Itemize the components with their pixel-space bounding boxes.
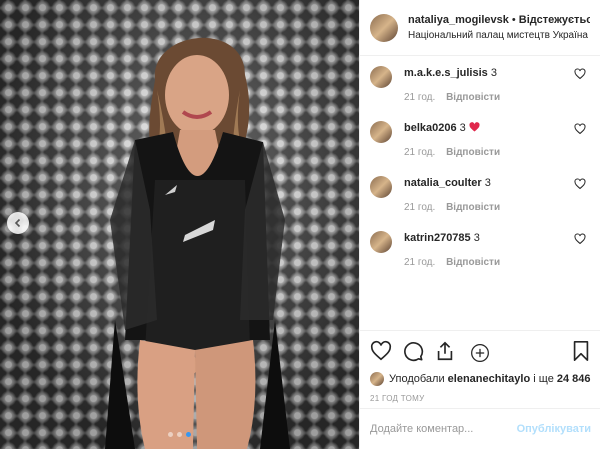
carousel-dot [177, 432, 182, 437]
heart-icon[interactable] [370, 340, 392, 362]
publish-button[interactable]: Опублікувати [517, 423, 591, 435]
bookmark-icon[interactable] [571, 340, 591, 362]
chevron-left-icon [14, 218, 21, 228]
share-icon[interactable] [434, 340, 456, 362]
commenter-username[interactable]: natalia_coulter [404, 177, 482, 189]
commenter-username[interactable]: belka0206 [404, 122, 457, 134]
comment-item: belka0206 3 21 год. Відповісти [370, 121, 590, 176]
likes-summary: Уподобали elenanechitaylo і ще 24 846 [370, 371, 591, 387]
comment-time[interactable]: 21 год. [404, 92, 435, 103]
commenter-avatar[interactable] [370, 121, 392, 143]
post-location[interactable]: Національний палац мистецтв Україна [408, 29, 590, 42]
post-actions: Уподобали elenanechitaylo і ще 24 846 21… [360, 330, 600, 403]
post-sidebar: nataliya_mogilevsk • Відстежується Націо… [359, 0, 600, 449]
add-comment-bar: Опублікувати [360, 408, 600, 449]
comment-item: m.a.k.e.s_julisis 3 21 год. Відповісти [370, 66, 590, 121]
likes-prefix: Уподобали [389, 373, 445, 385]
author-avatar[interactable] [370, 13, 398, 42]
comment-text: 3 [490, 67, 497, 79]
carousel-dot [168, 432, 173, 437]
comment-text: 3 [459, 122, 466, 134]
reply-button[interactable]: Відповісти [446, 202, 500, 213]
comment-like-icon[interactable] [574, 123, 586, 135]
post-header: nataliya_mogilevsk • Відстежується Націо… [360, 0, 600, 56]
reply-button[interactable]: Відповісти [446, 257, 500, 268]
person-figure [105, 37, 290, 449]
author-username[interactable]: nataliya_mogilevsk [408, 13, 509, 27]
commenter-username[interactable]: m.a.k.e.s_julisis [404, 67, 488, 79]
liker-username[interactable]: elenanechitaylo [448, 373, 531, 385]
comment-text: 3 [484, 177, 491, 189]
comment-like-icon[interactable] [574, 233, 586, 245]
red-heart-emoji-icon [469, 122, 480, 132]
likes-joiner: і ще [533, 373, 554, 385]
comment-time[interactable]: 21 год. [404, 147, 435, 158]
reply-button[interactable]: Відповісти [446, 92, 500, 103]
liker-avatar[interactable] [370, 372, 384, 386]
comment-icon[interactable] [402, 340, 424, 362]
reply-button[interactable]: Відповісти [446, 147, 500, 158]
carousel-dot-active [186, 432, 191, 437]
comments-list: m.a.k.e.s_julisis 3 21 год. Відповісти b… [360, 56, 600, 362]
post-time[interactable]: 21 ГОД ТОМУ [370, 394, 591, 403]
comment-like-icon[interactable] [574, 68, 586, 80]
likes-count[interactable]: 24 846 [557, 373, 591, 385]
comment-item: natalia_coulter 3 21 год. Відповісти [370, 176, 590, 231]
comment-time[interactable]: 21 год. [404, 202, 435, 213]
commenter-avatar[interactable] [370, 231, 392, 253]
comment-input[interactable] [370, 423, 517, 435]
follow-status-button[interactable]: Відстежується [519, 13, 590, 27]
comment-time[interactable]: 21 год. [404, 257, 435, 268]
comment-like-icon[interactable] [574, 178, 586, 190]
commenter-avatar[interactable] [370, 176, 392, 198]
commenter-username[interactable]: katrin270785 [404, 232, 471, 244]
carousel-prev-button[interactable] [7, 212, 29, 234]
commenter-avatar[interactable] [370, 66, 392, 88]
comment-text: 3 [473, 232, 480, 244]
carousel-indicator [0, 432, 359, 437]
header-separator: • [511, 14, 516, 26]
comment-item: katrin270785 3 21 год. Відповісти [370, 231, 590, 286]
post-photo[interactable] [0, 0, 359, 449]
